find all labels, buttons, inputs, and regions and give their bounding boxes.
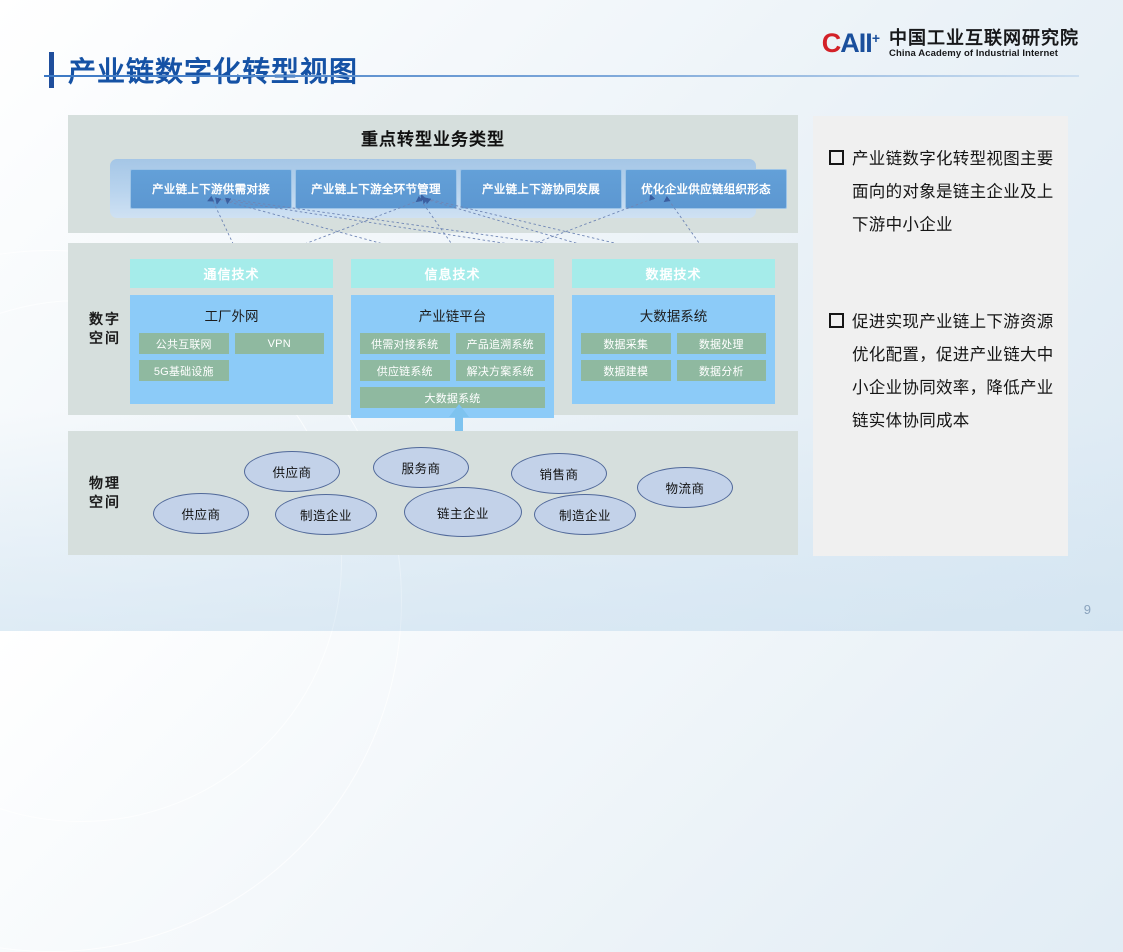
chip-data-analysis[interactable]: 数据分析 — [676, 360, 766, 381]
chip-data-modeling[interactable]: 数据建模 — [581, 360, 671, 381]
logo-letters-aii: AII — [840, 28, 873, 59]
bullet-square-icon — [829, 150, 844, 165]
physical-space-panel: 物理空间 供应商 服务商 销售商 物流商 供应商 制造企业 链主企业 制造企业 — [68, 431, 798, 555]
note-item-target-audience: 产业链数字化转型视图主要面向的对象是链主企业及上下游中小企业 — [829, 143, 1055, 242]
node-chain-leader-enterprise[interactable]: 链主企业 — [404, 487, 522, 537]
tech-column-information: 信息技术 产业链平台 供需对接系统 产品追溯系统 供应链系统 解决方案系统 大数… — [351, 259, 554, 418]
tech-head-communication: 通信技术 — [130, 259, 333, 288]
node-manufacturer-left[interactable]: 制造企业 — [275, 494, 377, 535]
chip-group-communication: 公共互联网 VPN 5G基础设施 — [139, 333, 324, 381]
tech-body-title-factory-network: 工厂外网 — [204, 309, 259, 324]
node-supplier-upper[interactable]: 供应商 — [244, 451, 340, 492]
slide: 产业链数字化转型视图 C AII + 中国工业互联网研究院 China Acad… — [0, 0, 1123, 952]
node-supplier-lower[interactable]: 供应商 — [153, 493, 249, 534]
tech-body-communication: 工厂外网 公共互联网 VPN 5G基础设施 — [130, 295, 333, 404]
page-number: 9 — [1083, 602, 1091, 617]
logo-plus-icon: + — [871, 30, 880, 47]
node-service-provider[interactable]: 服务商 — [373, 447, 469, 488]
digital-space-label: 数字空间 — [89, 311, 121, 346]
caii-logo: C AII + 中国工业互联网研究院 China Academy of Indu… — [822, 28, 1079, 60]
tech-body-title-industry-chain-platform: 产业链平台 — [418, 309, 487, 324]
page-title: 产业链数字化转型视图 — [68, 56, 359, 87]
logo-letter-c: C — [821, 28, 841, 59]
title-divider — [44, 75, 1079, 77]
chip-product-traceability-system[interactable]: 产品追溯系统 — [455, 333, 545, 354]
tech-column-communication: 通信技术 工厂外网 公共互联网 VPN 5G基础设施 — [130, 259, 333, 404]
logo-wordmark: C AII + — [821, 28, 880, 59]
tech-body-data: 大数据系统 数据采集 数据处理 数据建模 数据分析 — [572, 295, 775, 404]
notes-panel: 产业链数字化转型视图主要面向的对象是链主企业及上下游中小企业 促进实现产业链上下… — [813, 116, 1068, 556]
note-text: 促进实现产业链上下游资源优化配置，促进产业链大中小企业协同效率，降低产业链实体协… — [852, 313, 1054, 430]
business-box-supply-demand[interactable]: 产业链上下游供需对接 — [130, 169, 292, 209]
tech-body-information: 产业链平台 供需对接系统 产品追溯系统 供应链系统 解决方案系统 大数据系统 — [351, 295, 554, 418]
note-text: 产业链数字化转型视图主要面向的对象是链主企业及上下游中小企业 — [852, 150, 1054, 234]
tech-body-title-big-data-system: 大数据系统 — [639, 309, 708, 324]
node-manufacturer-right[interactable]: 制造企业 — [534, 494, 636, 535]
business-box-supply-chain-organization[interactable]: 优化企业供应链组织形态 — [625, 169, 787, 209]
physical-space-label: 物理空间 — [89, 475, 121, 510]
business-box-collaborative-development[interactable]: 产业链上下游协同发展 — [460, 169, 622, 209]
chip-data-collection[interactable]: 数据采集 — [581, 333, 671, 354]
chip-solution-system[interactable]: 解决方案系统 — [455, 360, 545, 381]
chip-group-information: 供需对接系统 产品追溯系统 供应链系统 解决方案系统 大数据系统 — [360, 333, 545, 408]
chip-5g-infrastructure[interactable]: 5G基础设施 — [139, 360, 229, 381]
business-type-panel: 重点转型业务类型 产业链上下游供需对接 产业链上下游全环节管理 产业链上下游协同… — [68, 115, 798, 233]
business-type-heading: 重点转型业务类型 — [361, 130, 505, 149]
chip-supply-chain-system[interactable]: 供应链系统 — [360, 360, 450, 381]
bullet-square-icon — [829, 313, 844, 328]
tech-column-data: 数据技术 大数据系统 数据采集 数据处理 数据建模 数据分析 — [572, 259, 775, 404]
node-logistics-provider[interactable]: 物流商 — [637, 467, 733, 508]
tech-head-data: 数据技术 — [572, 259, 775, 288]
note-item-benefits: 促进实现产业链上下游资源优化配置，促进产业链大中小企业协同效率，降低产业链实体协… — [829, 306, 1055, 438]
tech-head-information: 信息技术 — [351, 259, 554, 288]
chip-vpn[interactable]: VPN — [234, 333, 324, 354]
logo-text-block: 中国工业互联网研究院 China Academy of Industrial I… — [889, 28, 1079, 60]
chip-data-processing[interactable]: 数据处理 — [676, 333, 766, 354]
chip-public-internet[interactable]: 公共互联网 — [139, 333, 229, 354]
chip-group-data: 数据采集 数据处理 数据建模 数据分析 — [581, 333, 766, 381]
node-distributor[interactable]: 销售商 — [511, 453, 607, 494]
chip-supply-demand-system[interactable]: 供需对接系统 — [360, 333, 450, 354]
business-box-full-chain-management[interactable]: 产业链上下游全环节管理 — [295, 169, 457, 209]
logo-name-en: China Academy of Industrial Internet — [889, 47, 1058, 59]
title-accent-bar — [49, 52, 54, 88]
digital-space-panel: 数字空间 通信技术 工厂外网 公共互联网 VPN 5G基础设施 信息技术 产业链… — [68, 243, 798, 418]
logo-name-cn: 中国工业互联网研究院 — [889, 28, 1079, 48]
